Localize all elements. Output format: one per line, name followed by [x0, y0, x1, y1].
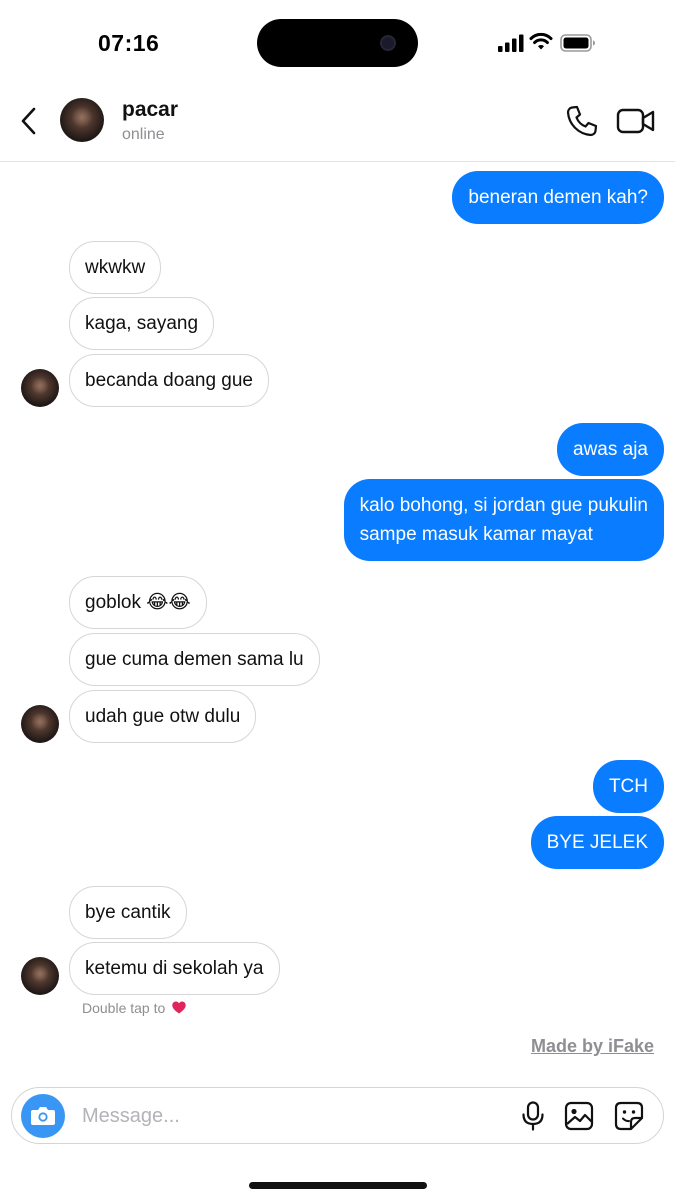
contact-name[interactable]: pacar: [122, 98, 178, 122]
message-incoming[interactable]: wkwkw: [69, 241, 162, 294]
heart-icon: [172, 1001, 186, 1014]
message-text: gue cuma demen sama lu: [85, 649, 304, 670]
message-outgoing[interactable]: kalo bohong, si jordan gue pukulin sampe…: [343, 479, 664, 561]
message-outgoing[interactable]: BYE JELEK: [530, 816, 664, 869]
message-composer: [11, 1087, 664, 1144]
message-incoming[interactable]: ketemu di sekolah ya: [69, 942, 280, 995]
reaction-hint-text: Double tap to: [82, 1000, 166, 1016]
cellular-signal-icon: [498, 34, 524, 52]
watermark-link[interactable]: Made by iFake: [531, 1036, 654, 1057]
contact-avatar[interactable]: [60, 98, 104, 142]
message-incoming[interactable]: gue cuma demen sama lu: [69, 633, 320, 686]
back-chevron-icon[interactable]: [14, 104, 44, 138]
sender-avatar[interactable]: [21, 957, 59, 995]
battery-icon: [560, 34, 595, 52]
message-outgoing[interactable]: beneran demen kah?: [452, 171, 664, 224]
message-incoming[interactable]: kaga, sayang: [69, 297, 215, 350]
chat-screen: 07:16 pacar online beneran demen kah? wk…: [0, 0, 675, 1200]
message-input[interactable]: [82, 1096, 482, 1136]
camera-button[interactable]: [21, 1094, 65, 1138]
home-indicator[interactable]: [249, 1182, 427, 1189]
message-text-line: sampe masuk kamar mayat: [359, 524, 593, 545]
message-text: awas aja: [573, 439, 648, 460]
message-text: TCH: [608, 776, 648, 797]
message-text: BYE JELEK: [546, 832, 648, 853]
message-text-line: kalo bohong, si jordan gue pukulin: [359, 495, 648, 516]
image-gallery-icon[interactable]: [564, 1101, 594, 1131]
wifi-icon: [529, 32, 553, 50]
message-text: udah gue otw dulu: [85, 706, 241, 727]
phone-call-icon[interactable]: [565, 104, 599, 138]
camera-icon: [31, 1107, 55, 1125]
message-text: beneran demen kah?: [468, 187, 648, 208]
sender-avatar[interactable]: [21, 369, 59, 407]
message-text: kaga, sayang: [85, 313, 199, 334]
message-outgoing[interactable]: awas aja: [557, 423, 664, 476]
message-text: ketemu di sekolah ya: [85, 958, 264, 979]
message-incoming[interactable]: udah gue otw dulu: [69, 690, 257, 743]
microphone-icon[interactable]: [520, 1101, 546, 1131]
chat-header: pacar online: [0, 86, 675, 162]
video-call-icon[interactable]: [616, 106, 656, 136]
message-text: becanda doang gue: [85, 370, 253, 391]
reaction-hint: Double tap to: [82, 1000, 186, 1016]
message-incoming[interactable]: bye cantik: [69, 886, 187, 939]
message-text: wkwkw: [85, 257, 146, 278]
sender-avatar[interactable]: [21, 705, 59, 743]
status-bar: 07:16: [0, 0, 675, 86]
message-outgoing[interactable]: TCH: [592, 760, 664, 813]
sticker-icon[interactable]: [614, 1101, 644, 1131]
message-text: bye cantik: [85, 902, 171, 923]
message-incoming[interactable]: goblok 😂😂: [69, 576, 207, 629]
dynamic-island: [257, 19, 418, 67]
status-time: 07:16: [98, 30, 160, 56]
front-camera: [380, 35, 396, 51]
contact-status: online: [122, 126, 165, 143]
message-text: goblok 😂😂: [85, 592, 191, 613]
message-incoming[interactable]: becanda doang gue: [69, 354, 269, 407]
